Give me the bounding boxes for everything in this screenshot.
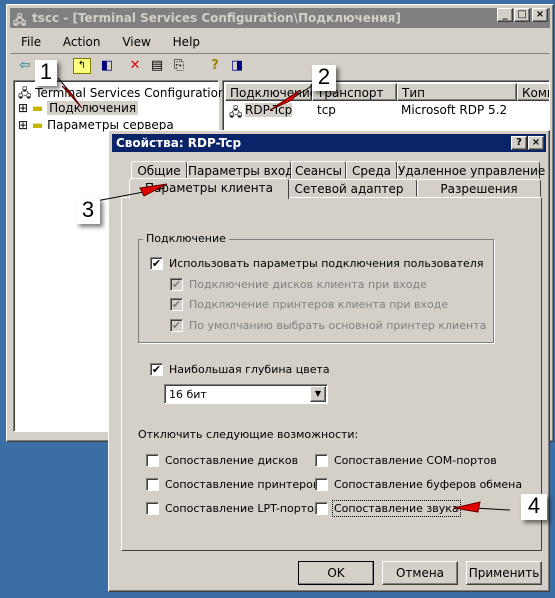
arrow-head-4 <box>453 501 481 513</box>
callout-2: 2 <box>312 65 336 91</box>
annotation-arrows <box>57 77 511 513</box>
callout-4: 4 <box>521 494 547 520</box>
callout-3: 3 <box>76 198 100 224</box>
arrow-head-1 <box>61 85 83 109</box>
arrow-head-3 <box>139 183 168 197</box>
arrow-head-2 <box>269 89 301 111</box>
callout-1: 1 <box>35 60 57 86</box>
